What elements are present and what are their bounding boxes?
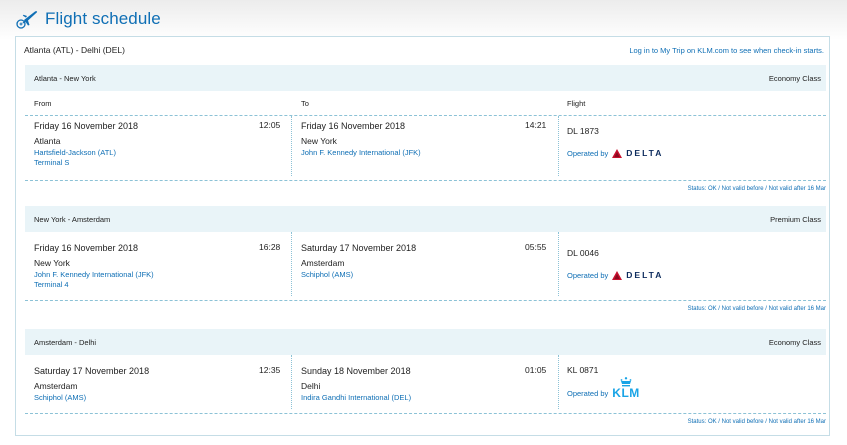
flight-schedule-card: Atlanta (ATL) - Delhi (DEL) Log in to My…	[15, 36, 830, 436]
status-row: Status: OK / Not valid before / Not vali…	[25, 414, 826, 430]
status-row: Status: OK / Not valid before / Not vali…	[25, 181, 826, 197]
arrival-time: 05:55	[525, 242, 547, 252]
page-title: Flight schedule	[45, 9, 161, 28]
cabin-class: Premium Class	[770, 214, 821, 224]
from-cell: Saturday 17 November 2018 Amsterdam Schi…	[34, 365, 149, 403]
segment-3: Amsterdam - Delhi Economy Class Saturday…	[25, 329, 826, 430]
delta-logo: DELTA	[612, 148, 663, 158]
segment-title: Amsterdam - Delhi	[34, 337, 97, 347]
segment-header: New York - Amsterdam Premium Class	[25, 206, 826, 232]
from-cell: Friday 16 November 2018 Atlanta Hartsfie…	[34, 120, 138, 168]
departure-time: 12:05	[259, 120, 281, 130]
to-city: Delhi	[301, 381, 321, 391]
status-text: Status: OK / Not valid before / Not vali…	[687, 186, 826, 192]
arrival-time: 14:21	[525, 120, 547, 130]
status-row: Status: OK / Not valid before / Not vali…	[25, 301, 826, 317]
to-airport-link[interactable]: John F. Kennedy International (JFK)	[301, 148, 421, 158]
cabin-class: Economy Class	[768, 73, 821, 83]
segment-title: Atlanta - New York	[34, 73, 96, 83]
to-airport-link[interactable]: Indira Gandhi International (DEL)	[301, 393, 411, 403]
column-divider	[558, 232, 559, 296]
delta-triangle-icon	[612, 148, 623, 158]
page-header: Flight schedule	[15, 6, 161, 32]
from-airport-link[interactable]: John F. Kennedy International (JFK)	[34, 270, 154, 280]
operated-by-label: Operated by	[567, 388, 609, 398]
to-city: New York	[301, 136, 337, 146]
plane-departure-icon	[16, 11, 38, 29]
operated-by: Operated by DELTA	[567, 148, 663, 158]
from-airport-link[interactable]: Schiphol (AMS)	[34, 393, 149, 403]
from-city: Amsterdam	[34, 381, 78, 391]
column-divider	[291, 232, 292, 296]
column-headers: From To Flight	[25, 91, 826, 115]
column-divider	[558, 355, 559, 409]
column-divider	[558, 116, 559, 176]
carrier-name: DELTA	[626, 148, 664, 158]
flight-number: KL 0871	[567, 365, 599, 375]
route-bar: Atlanta (ATL) - Delhi (DEL) Log in to My…	[16, 37, 829, 63]
segment-body: Friday 16 November 2018 Atlanta Hartsfie…	[25, 116, 826, 180]
col-to: To	[301, 99, 309, 108]
segment-body: Saturday 17 November 2018 Amsterdam Schi…	[25, 355, 826, 413]
segment-header: Atlanta - New York Economy Class	[25, 65, 826, 91]
to-date: Friday 16 November 2018	[301, 121, 406, 131]
flight-cell: DL 1873 Operated by DELTA	[567, 126, 663, 158]
carrier-name: KLM	[612, 386, 640, 400]
to-cell: Friday 16 November 2018 New York John F.…	[301, 120, 421, 158]
from-date: Saturday 17 November 2018	[34, 366, 150, 376]
delta-triangle-icon	[612, 270, 623, 280]
to-date: Saturday 17 November 2018	[301, 243, 417, 253]
segment-header: Amsterdam - Delhi Economy Class	[25, 329, 826, 355]
segment-title: New York - Amsterdam	[34, 214, 111, 224]
from-terminal: Terminal 4	[34, 280, 69, 289]
from-cell: Friday 16 November 2018 New York John F.…	[34, 242, 154, 290]
from-city: New York	[34, 258, 70, 268]
departure-time: 12:35	[259, 365, 281, 375]
cabin-class: Economy Class	[768, 337, 821, 347]
segment-body: Friday 16 November 2018 New York John F.…	[25, 232, 826, 300]
checkin-link[interactable]: Log in to My Trip on KLM.com to see when…	[629, 46, 824, 55]
to-date: Sunday 18 November 2018	[301, 366, 411, 376]
from-airport-link[interactable]: Hartsfield-Jackson (ATL)	[34, 148, 138, 158]
trip-route: Atlanta (ATL) - Delhi (DEL)	[24, 45, 125, 55]
col-flight: Flight	[567, 99, 586, 108]
status-text: Status: OK / Not valid before / Not vali…	[687, 306, 826, 312]
column-divider	[291, 355, 292, 409]
col-from: From	[34, 99, 52, 108]
flight-cell: KL 0871 Operated by KLM	[567, 365, 640, 399]
to-city: Amsterdam	[301, 258, 345, 268]
delta-logo: DELTA	[612, 270, 663, 280]
flight-number: DL 1873	[567, 126, 599, 136]
operated-by: Operated by KLM	[567, 377, 640, 399]
from-terminal: Terminal S	[34, 158, 70, 167]
to-airport-link[interactable]: Schiphol (AMS)	[301, 270, 416, 280]
to-cell: Saturday 17 November 2018 Amsterdam Schi…	[301, 242, 416, 280]
status-text: Status: OK / Not valid before / Not vali…	[687, 419, 826, 425]
operated-by-label: Operated by	[567, 270, 609, 280]
flight-number: DL 0046	[567, 248, 599, 258]
to-cell: Sunday 18 November 2018 Delhi Indira Gan…	[301, 365, 411, 403]
from-date: Friday 16 November 2018	[34, 243, 139, 253]
arrival-time: 01:05	[525, 365, 547, 375]
carrier-name: DELTA	[626, 270, 664, 280]
segment-2: New York - Amsterdam Premium Class Frida…	[25, 206, 826, 317]
column-divider	[291, 116, 292, 176]
operated-by-label: Operated by	[567, 148, 609, 158]
klm-logo: KLM	[612, 377, 640, 399]
departure-time: 16:28	[259, 242, 281, 252]
from-city: Atlanta	[34, 136, 61, 146]
from-date: Friday 16 November 2018	[34, 121, 139, 131]
operated-by: Operated by DELTA	[567, 270, 663, 280]
flight-cell: DL 0046 Operated by DELTA	[567, 248, 663, 280]
segment-1: Atlanta - New York Economy Class From To…	[25, 65, 826, 197]
